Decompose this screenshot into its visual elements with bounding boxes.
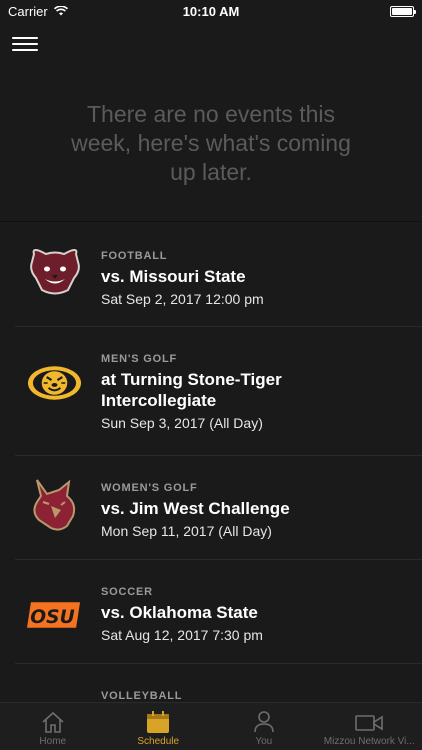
event-row[interactable]: FOOTBALL vs. Missouri State Sat Sep 2, 2… <box>15 222 422 327</box>
menu-line <box>12 49 38 51</box>
event-text: WOMEN'S GOLF vs. Jim West Challenge Mon … <box>101 482 290 539</box>
menu-line <box>12 43 38 45</box>
tab-schedule[interactable]: Schedule <box>106 703 212 750</box>
video-icon <box>355 715 384 731</box>
tab-bar: Home Schedule You Mizzou Network Vi... <box>0 702 422 750</box>
home-icon <box>42 711 64 733</box>
texas-state-bobcat-logo <box>27 478 82 533</box>
event-date: Sat Aug 12, 2017 7:30 pm <box>101 627 263 643</box>
status-left: Carrier <box>8 4 68 19</box>
carrier-label: Carrier <box>8 3 48 19</box>
event-title: at Turning Stone-Tiger Intercollegiate <box>101 370 282 410</box>
event-sport: VOLLEYBALL <box>101 690 183 702</box>
event-text: FOOTBALL vs. Missouri State Sat Sep 2, 2… <box>101 250 264 307</box>
event-text: SOCCER vs. Oklahoma State Sat Aug 12, 20… <box>101 586 263 643</box>
missouri-state-bear-logo <box>27 244 82 299</box>
tab-label: Mizzou Network Vi... <box>323 736 415 747</box>
event-sport: SOCCER <box>101 586 153 598</box>
tab-home[interactable]: Home <box>0 703 106 750</box>
event-sport: MEN'S GOLF <box>101 353 178 365</box>
event-row[interactable]: MEN'S GOLF at Turning Stone-Tiger Interc… <box>15 327 422 456</box>
tab-mizzou-network[interactable]: Mizzou Network Vi... <box>317 703 422 750</box>
mizzou-tiger-logo <box>27 355 82 410</box>
osu-logo: OSU <box>27 587 82 642</box>
menu-line <box>12 37 38 39</box>
battery-icon <box>390 5 416 17</box>
hamburger-menu-button[interactable] <box>12 34 38 54</box>
event-title: vs. Missouri State <box>101 267 246 286</box>
event-title: vs. Oklahoma State <box>101 603 258 622</box>
event-row[interactable]: OSU SOCCER vs. Oklahoma State Sat Aug 12… <box>15 560 422 664</box>
event-title: vs. Jim West Challenge <box>101 499 290 518</box>
person-icon <box>253 711 274 733</box>
event-date: Mon Sep 11, 2017 (All Day) <box>101 523 272 539</box>
svg-text:OSU: OSU <box>30 606 74 627</box>
event-date: Sat Sep 2, 2017 12:00 pm <box>101 291 264 307</box>
event-row[interactable]: WOMEN'S GOLF vs. Jim West Challenge Mon … <box>15 456 422 560</box>
calendar-icon <box>147 711 170 733</box>
wifi-icon <box>53 6 68 16</box>
tab-you[interactable]: You <box>211 703 317 750</box>
empty-week-message: There are no events this week, here's wh… <box>71 101 351 185</box>
event-text: MEN'S GOLF at Turning Stone-Tiger Interc… <box>101 353 311 431</box>
events-list: FOOTBALL vs. Missouri State Sat Sep 2, 2… <box>0 221 422 724</box>
event-text: VOLLEYBALL <box>101 690 182 702</box>
event-date: Sun Sep 3, 2017 (All Day) <box>101 415 263 431</box>
tab-label: Schedule <box>137 736 180 747</box>
tab-label: You <box>255 736 273 747</box>
event-sport: WOMEN'S GOLF <box>101 482 198 494</box>
tab-label: Home <box>39 736 67 747</box>
status-bar: Carrier 10:10 AM <box>0 0 422 22</box>
event-sport: FOOTBALL <box>101 250 168 262</box>
